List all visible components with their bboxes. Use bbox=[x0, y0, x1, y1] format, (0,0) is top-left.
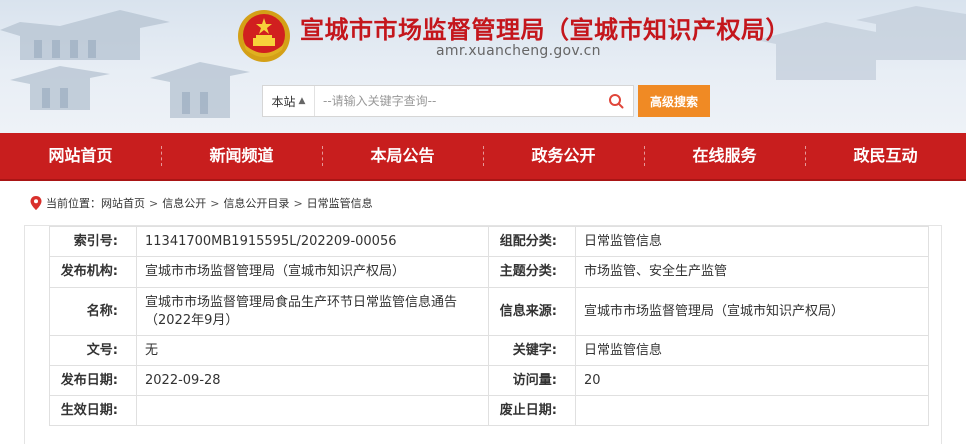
nav-item-government-affairs[interactable]: 政务公开 bbox=[483, 132, 644, 180]
chevron-down-icon: ▲︎ bbox=[298, 96, 306, 106]
header-banner: 宣城市市场监督管理局（宣城市知识产权局） amr.xuancheng.gov.c… bbox=[0, 0, 966, 133]
table-row: 生效日期: 废止日期: bbox=[49, 395, 929, 426]
label-publisher: 发布机构: bbox=[49, 256, 137, 288]
breadcrumb-prefix: 当前位置： bbox=[46, 197, 101, 210]
value-source: 宣城市市场监督管理局（宣城市知识产权局） bbox=[575, 287, 929, 336]
table-row: 发布日期: 2022-09-28 访问量: 20 bbox=[49, 365, 929, 396]
value-views: 20 bbox=[575, 365, 929, 396]
breadcrumb-item-info-public[interactable]: 信息公开 bbox=[162, 195, 206, 211]
value-publish-date: 2022-09-28 bbox=[136, 365, 489, 396]
nav-item-interaction[interactable]: 政民互动 bbox=[805, 132, 966, 180]
table-row: 名称: 宣城市市场监督管理局食品生产环节日常监管信息通告（2022年9月） 信息… bbox=[49, 287, 929, 336]
site-title: 宣城市市场监督管理局（宣城市知识产权局） bbox=[300, 16, 790, 44]
value-subject: 市场监管、安全生产监管 bbox=[575, 256, 929, 288]
label-keywords: 关键字: bbox=[488, 335, 576, 366]
nav-item-home[interactable]: 网站首页 bbox=[0, 132, 161, 180]
breadcrumb: 当前位置： 网站首页 > 信息公开 > 信息公开目录 > 日常监管信息 bbox=[0, 181, 966, 225]
value-expiry-date bbox=[575, 395, 929, 426]
value-title: 宣城市市场监督管理局食品生产环节日常监管信息通告（2022年9月） bbox=[136, 287, 489, 336]
label-category: 组配分类: bbox=[488, 226, 576, 257]
nav-item-announcements[interactable]: 本局公告 bbox=[322, 132, 483, 180]
label-expiry-date: 废止日期: bbox=[488, 395, 576, 426]
label-publish-date: 发布日期: bbox=[49, 365, 137, 396]
table-row: 发布机构: 宣城市市场监督管理局（宣城市知识产权局） 主题分类: 市场监管、安全… bbox=[49, 256, 929, 288]
value-doc-no: 无 bbox=[136, 335, 489, 366]
nav-item-online-services[interactable]: 在线服务 bbox=[644, 132, 805, 180]
breadcrumb-separator: > bbox=[149, 196, 159, 210]
advanced-search-button[interactable]: 高级搜索 bbox=[638, 85, 710, 117]
document-info-table: 索引号: 11341700MB1915595L/202209-00056 组配分… bbox=[49, 226, 929, 426]
search-scope-label: 本站 bbox=[271, 94, 296, 109]
decorative-roofs-left bbox=[0, 10, 250, 118]
table-row: 文号: 无 关键字: 日常监管信息 bbox=[49, 335, 929, 366]
breadcrumb-separator: > bbox=[293, 196, 303, 210]
breadcrumb-item-info-catalog[interactable]: 信息公开目录 bbox=[223, 195, 289, 211]
value-index-no: 11341700MB1915595L/202209-00056 bbox=[136, 226, 489, 257]
document-info-panel: 索引号: 11341700MB1915595L/202209-00056 组配分… bbox=[24, 225, 942, 444]
nav-item-news[interactable]: 新闻频道 bbox=[161, 132, 322, 180]
search-scope-select[interactable]: 本站 ▲︎ bbox=[263, 86, 315, 116]
value-keywords: 日常监管信息 bbox=[575, 335, 929, 366]
search-button[interactable] bbox=[599, 86, 633, 116]
location-pin-icon bbox=[30, 196, 42, 210]
label-source: 信息来源: bbox=[488, 287, 576, 336]
label-title: 名称: bbox=[49, 287, 137, 336]
table-row: 索引号: 11341700MB1915595L/202209-00056 组配分… bbox=[49, 226, 929, 257]
label-effective-date: 生效日期: bbox=[49, 395, 137, 426]
breadcrumb-item-daily-supervision[interactable]: 日常监管信息 bbox=[307, 195, 373, 211]
label-index-no: 索引号: bbox=[49, 226, 137, 257]
search-input[interactable] bbox=[315, 86, 599, 116]
label-doc-no: 文号: bbox=[49, 335, 137, 366]
main-nav: 网站首页 新闻频道 本局公告 政务公开 在线服务 政民互动 bbox=[0, 133, 966, 181]
national-emblem-icon bbox=[238, 10, 290, 62]
site-domain: amr.xuancheng.gov.cn bbox=[436, 43, 601, 59]
breadcrumb-item-home[interactable]: 网站首页 bbox=[101, 195, 145, 211]
value-category: 日常监管信息 bbox=[575, 226, 929, 257]
search-bar: 本站 ▲︎ bbox=[262, 85, 634, 117]
search-icon bbox=[609, 94, 624, 109]
value-publisher: 宣城市市场监督管理局（宣城市知识产权局） bbox=[136, 256, 489, 288]
value-effective-date bbox=[136, 395, 489, 426]
label-subject: 主题分类: bbox=[488, 256, 576, 288]
breadcrumb-separator: > bbox=[210, 196, 220, 210]
label-views: 访问量: bbox=[488, 365, 576, 396]
